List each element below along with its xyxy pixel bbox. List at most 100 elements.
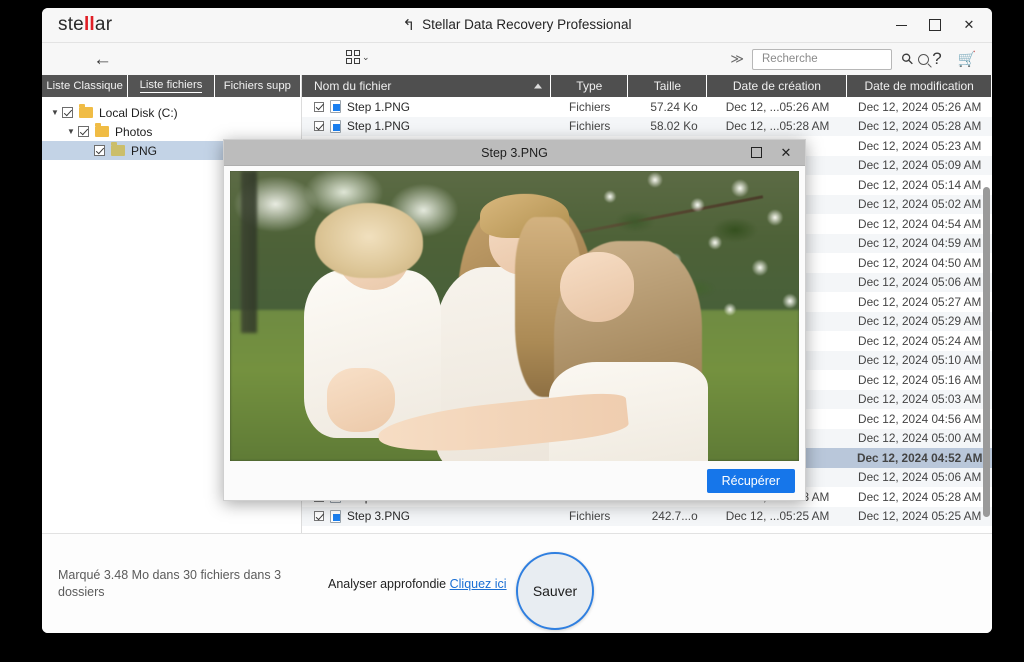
expand-chevrons-icon[interactable]: ≫ — [730, 51, 744, 67]
cell-size: 242.7...o — [651, 509, 698, 524]
tree-item-label: PNG — [131, 143, 158, 158]
cell-modified: Dec 12, 2024 05:16 AM — [858, 372, 982, 387]
tree-checkbox[interactable] — [78, 126, 89, 137]
close-button[interactable]: ✕ — [952, 11, 986, 39]
hamburger-icon[interactable] — [59, 55, 77, 63]
preview-dialog-body: Récupérer — [224, 166, 805, 500]
folder-icon — [79, 104, 93, 118]
title-back-icon: ↰ — [402, 17, 416, 34]
cell-modified: Dec 12, 2024 05:27 AM — [858, 294, 982, 309]
chevron-down-icon: ⌄ — [362, 52, 370, 62]
tab-label: Liste Classique — [46, 80, 123, 92]
save-button[interactable]: Sauver — [516, 552, 594, 630]
column-header-modified[interactable]: Date de modification — [847, 75, 992, 97]
cell-modified: Dec 12, 2024 05:25 AM — [858, 509, 982, 524]
cell-modified: Dec 12, 2024 05:03 AM — [858, 392, 982, 407]
back-arrow-icon[interactable]: ← — [93, 50, 112, 69]
cell-name: Step 1.PNG — [302, 117, 551, 137]
column-header-type[interactable]: Type — [551, 75, 629, 97]
cell-name: Step 1.PNG — [302, 97, 551, 117]
search-box[interactable] — [752, 48, 929, 70]
tab-liste-fichiers[interactable]: Liste fichiers — [128, 75, 215, 97]
logo-accent: ll — [83, 14, 95, 35]
preview-dialog: Step 3.PNG ✕ Récupérer — [223, 139, 806, 501]
preview-dialog-titlebar: Step 3.PNG ✕ — [224, 140, 805, 166]
status-footer: Marqué 3.48 Mo dans 30 fichiers dans 3 d… — [42, 533, 992, 633]
cell-created: Dec 12, ...05:28 AM — [725, 119, 830, 134]
toolbar-right: ≫ ⚲ ? 🛒 — [730, 46, 982, 72]
column-label: Nom du fichier — [314, 79, 392, 93]
table-row[interactable]: Step 1.PNG Fichiers 57.24 Ko Dec 12, ...05:… — [302, 97, 992, 117]
cell-modified: Dec 12, 2024 05:06 AM — [858, 275, 982, 290]
column-label: Date de modification — [864, 79, 974, 93]
recover-button[interactable]: Récupérer — [706, 468, 795, 493]
cell-modified: Dec 12, 2024 04:54 AM — [858, 216, 982, 231]
tree-item-local-disk[interactable]: ▼ Local Disk (C:) — [42, 103, 301, 122]
cell-created: Dec 12, ...05:26 AM — [725, 99, 830, 114]
logo-prefix: ste — [58, 14, 84, 35]
cell-modified: Dec 12, 2024 05:29 AM — [858, 314, 982, 329]
cell-modified: Dec 12, 2024 05:00 AM — [858, 431, 982, 446]
folder-icon — [95, 123, 109, 137]
tree-item-label: Local Disk (C:) — [99, 105, 178, 120]
column-header-name[interactable]: Nom du fichier — [302, 75, 552, 97]
vertical-scrollbar[interactable] — [983, 187, 990, 517]
png-file-icon — [330, 509, 341, 523]
cell-size: 58.02 Ko — [650, 119, 698, 134]
cell-type: Fichiers — [569, 99, 611, 114]
file-name-label: Step 1.PNG — [347, 99, 410, 114]
search-icon[interactable] — [918, 53, 929, 65]
row-checkbox[interactable] — [314, 511, 324, 522]
table-row[interactable]: Step 3.PNG Fichiers 242.7...o Dec 12, ...05… — [302, 506, 992, 526]
maximize-button[interactable] — [918, 11, 952, 39]
tab-label: Fichiers supp — [223, 80, 291, 92]
cart-button[interactable]: 🛒 — [952, 46, 982, 72]
window-title-text: Stellar Data Recovery Professional — [422, 17, 632, 32]
view-tabs: Liste Classique Liste fichiers Fichiers … — [42, 75, 301, 97]
cell-modified: Dec 12, 2024 05:02 AM — [858, 197, 982, 212]
cell-modified: Dec 12, 2024 05:28 AM — [858, 119, 982, 134]
row-checkbox[interactable] — [314, 121, 324, 132]
cell-modified: Dec 12, 2024 04:59 AM — [858, 236, 982, 251]
tree-item-label: Photos — [115, 124, 153, 139]
expand-caret-icon[interactable]: ▼ — [48, 108, 62, 117]
stellar-logo: stellar — [58, 14, 112, 36]
tree-checkbox[interactable] — [62, 107, 73, 118]
preview-maximize-button[interactable] — [741, 141, 771, 165]
cell-modified: Dec 12, 2024 05:09 AM — [858, 158, 982, 173]
marked-summary: Marqué 3.48 Mo dans 30 fichiers dans 3 d… — [58, 567, 282, 599]
cell-modified: Dec 12, 2024 04:52 AM — [856, 450, 983, 465]
png-file-icon — [330, 119, 341, 133]
question-mark-icon: ? — [932, 49, 942, 68]
tab-liste-classique[interactable]: Liste Classique — [42, 75, 129, 97]
tab-fichiers-supp[interactable]: Fichiers supp — [214, 75, 301, 97]
toolbar: ← ⌄ ≫ ⚲ ? 🛒 — [42, 42, 992, 75]
minimize-button[interactable] — [884, 11, 918, 39]
photo-canvas — [230, 171, 799, 461]
tree-checkbox[interactable] — [94, 145, 105, 156]
preview-close-button[interactable]: ✕ — [771, 141, 801, 165]
column-header-created[interactable]: Date de création — [707, 75, 848, 97]
cell-type: Fichiers — [569, 119, 611, 134]
expand-caret-icon[interactable]: ▼ — [64, 127, 78, 136]
grid-view-toggle[interactable]: ⌄ — [346, 50, 370, 64]
application-window: stellar ↰ Stellar Data Recovery Professio… — [42, 8, 992, 633]
preview-dialog-footer: Récupérer — [224, 461, 805, 500]
cell-type: Fichiers — [569, 509, 611, 524]
deep-scan-link[interactable]: Cliquez ici — [450, 577, 507, 591]
folder-icon — [111, 142, 125, 156]
cell-created: Dec 12, ...05:25 AM — [725, 509, 830, 524]
file-name-label: Step 3.PNG — [347, 509, 410, 524]
window-controls: ✕ — [884, 8, 986, 42]
row-checkbox[interactable] — [314, 101, 324, 112]
column-label: Taille — [653, 79, 682, 93]
window-title: ↰ Stellar Data Recovery Professional — [42, 16, 992, 34]
key-icon: ⚲ — [897, 49, 918, 70]
table-row[interactable]: Step 1.PNG Fichiers 58.02 Ko Dec 12, ...05:… — [302, 116, 992, 137]
deep-scan-label: Analyser approfondie — [328, 576, 447, 591]
cell-modified: Dec 12, 2024 04:56 AM — [858, 411, 982, 426]
sort-ascending-icon — [534, 83, 543, 89]
preview-dialog-controls: ✕ — [741, 141, 801, 165]
column-header-size[interactable]: Taille — [628, 75, 708, 97]
file-name-label: Step 1.PNG — [347, 119, 410, 134]
